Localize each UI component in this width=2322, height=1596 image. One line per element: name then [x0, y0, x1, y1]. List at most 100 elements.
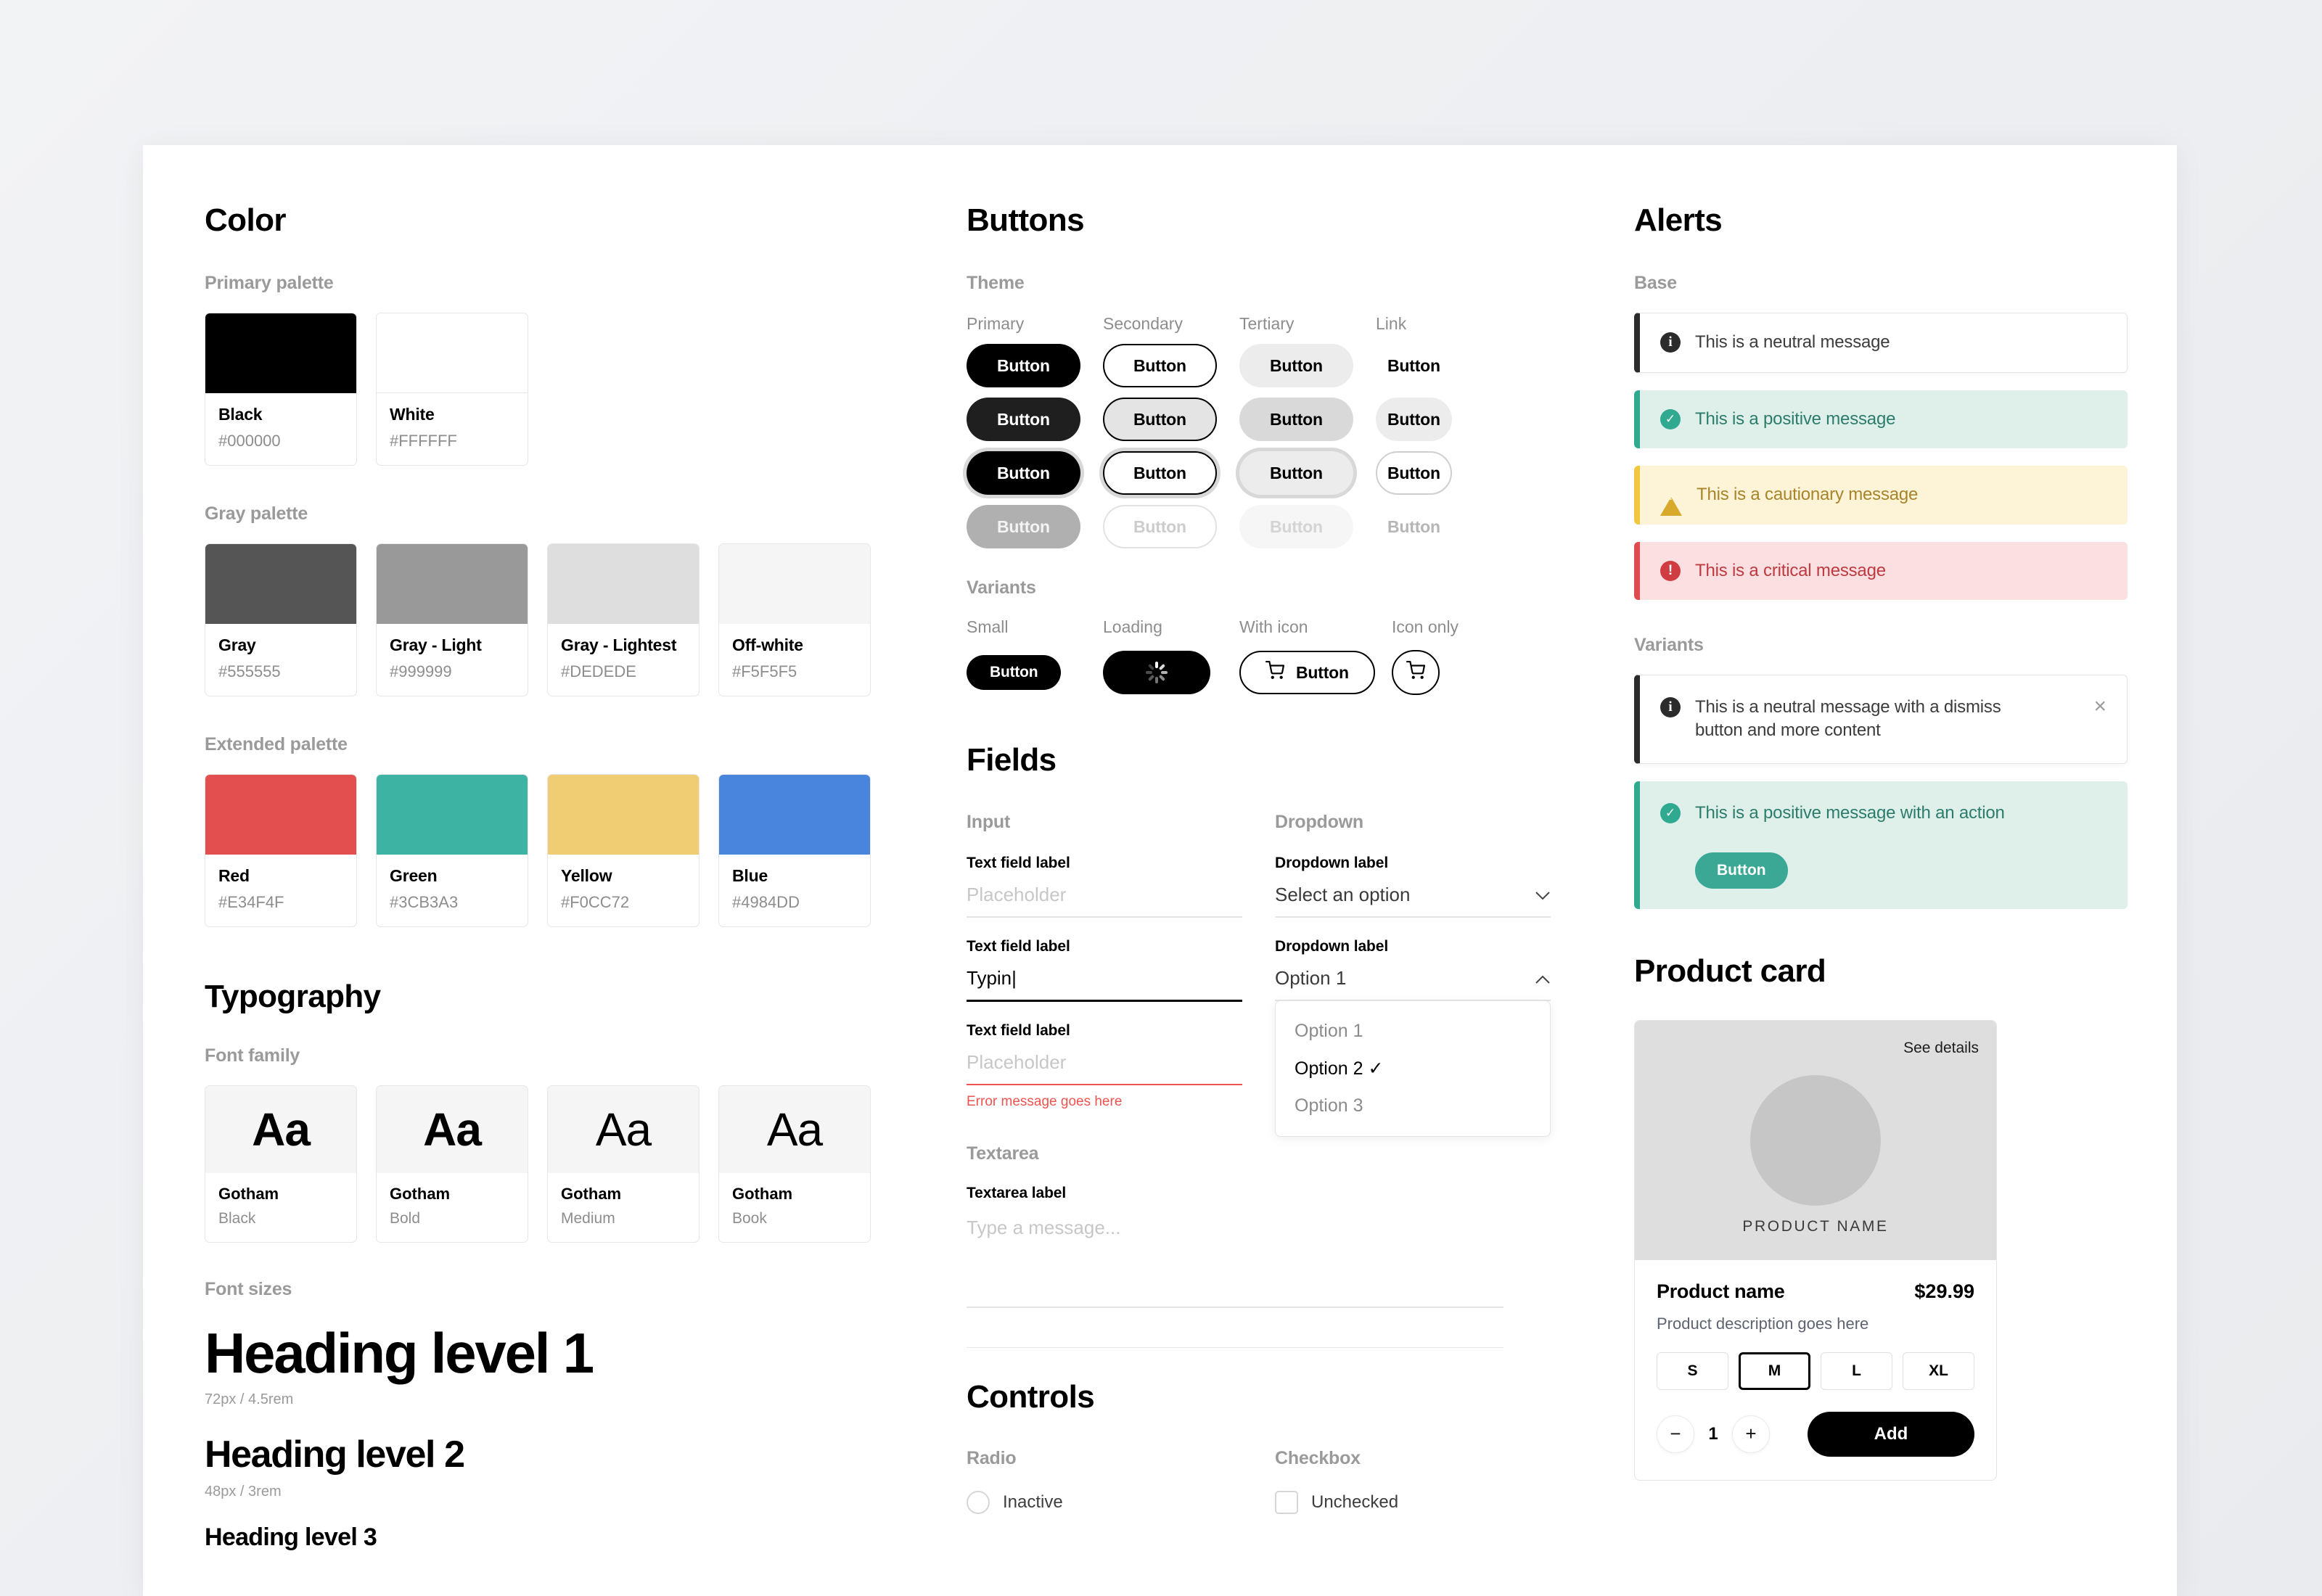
dropdown-option-2[interactable]: Option 2 ✓ — [1276, 1050, 1550, 1087]
button-row-default: Button Button Button Button — [967, 344, 1634, 388]
secondary-button-focus[interactable]: Button — [1103, 451, 1217, 495]
product-name: Product name — [1657, 1280, 1785, 1302]
label-radio-group: Radio — [967, 1448, 1017, 1469]
product-card: See details PRODUCT NAME Product name $2… — [1634, 1019, 1997, 1481]
text-field-3-label: Text field label — [967, 1021, 1070, 1039]
swatch-name: Gray — [218, 635, 256, 655]
secondary-button-default[interactable]: Button — [1103, 344, 1217, 388]
swatch-name: Red — [218, 866, 250, 886]
label-checkbox-group: Checkbox — [1275, 1448, 1361, 1469]
button-variant-label: With icon — [1239, 617, 1308, 637]
text-field-1-input[interactable]: Placeholder — [967, 884, 1242, 918]
swatch-hex: #3CB3A3 — [390, 893, 459, 912]
label-extended-palette: Extended palette — [205, 734, 348, 755]
dropdown-1-value: Select an option — [1275, 883, 1411, 905]
close-icon[interactable]: × — [2093, 695, 2106, 717]
warning-icon — [1660, 485, 1682, 517]
font-family-card-book: Aa Gotham Book — [718, 1085, 871, 1243]
heading-level-2-text: Heading level 2 — [205, 1433, 465, 1476]
tertiary-button-focus[interactable]: Button — [1239, 451, 1353, 495]
primary-button-default[interactable]: Button — [967, 344, 1080, 388]
button-cell-link-hover: Button — [1376, 398, 1512, 442]
checkbox-unchecked[interactable]: Unchecked — [1275, 1491, 1580, 1515]
color-swatch-gray-lightest: Gray - Lightest #DEDEDE — [547, 543, 700, 697]
link-button-default[interactable]: Button — [1376, 344, 1452, 387]
column-buttons-fields: Buttons Theme Primary Secondary Tertiary Li… — [967, 202, 1634, 1550]
alert-action-button[interactable]: Button — [1695, 852, 1788, 889]
size-option-s[interactable]: S — [1657, 1352, 1728, 1390]
see-details-link[interactable]: See details — [1903, 1040, 1979, 1057]
primary-button-focus[interactable]: Button — [967, 451, 1080, 495]
color-swatch-gray-light: Gray - Light #999999 — [376, 543, 528, 697]
product-card-body: Product name $29.99 Product description … — [1635, 1260, 1996, 1480]
page-title-typography: Typography — [205, 979, 381, 1015]
dropdown-1-trigger[interactable]: Select an option — [1275, 884, 1551, 918]
quantity-decrement-button[interactable]: − — [1657, 1415, 1694, 1453]
button-cell-primary-disabled: Button — [967, 505, 1103, 549]
size-option-m[interactable]: M — [1738, 1352, 1811, 1390]
button-with-icon[interactable]: Button — [1239, 651, 1375, 695]
alert-variant-action: ✓ This is a positive message with an act… — [1634, 781, 2128, 910]
primary-button-disabled: Button — [967, 505, 1080, 549]
color-swatch-yellow: Yellow #F0CC72 — [547, 774, 700, 928]
dropdown-option-1[interactable]: Option 1 — [1276, 1013, 1550, 1050]
button-cell-link-focus: Button — [1376, 451, 1512, 495]
error-icon: ! — [1660, 560, 1681, 581]
radio-inactive[interactable]: Inactive — [967, 1491, 1275, 1515]
button-row-disabled: Button Button Button Button — [967, 505, 1634, 549]
button-variant-header-with-icon: With icon — [1239, 617, 1392, 637]
alert-neutral: i This is a neutral message — [1634, 313, 2128, 373]
font-family-weight: Book — [732, 1209, 767, 1227]
style-guide-canvas: Color Primary palette Black #000000 White #… — [143, 145, 2177, 1596]
color-swatch-black: Black #000000 — [205, 313, 357, 466]
chevron-up-icon — [1535, 967, 1551, 990]
variant-cell-small: Button — [967, 655, 1103, 691]
text-field-3-input[interactable]: Placeholder — [967, 1051, 1242, 1085]
size-option-l[interactable]: L — [1821, 1352, 1893, 1390]
icon-only-button[interactable] — [1392, 650, 1440, 696]
radio-inactive-label: Inactive — [1003, 1492, 1063, 1513]
dropdown-2-trigger[interactable]: Option 1 — [1275, 967, 1551, 1001]
dropdown-2-label: Dropdown label — [1275, 937, 1389, 955]
small-button[interactable]: Button — [967, 655, 1062, 691]
swatch-name: Black — [218, 405, 263, 424]
font-family-card-medium: Aa Gotham Medium — [547, 1085, 700, 1243]
spinner-icon — [1146, 662, 1168, 684]
alert-variant-dismiss-text: This is a neutral message with a dismiss… — [1695, 696, 2001, 741]
secondary-button-hover[interactable]: Button — [1103, 398, 1217, 442]
button-theme-label: Link — [1376, 314, 1407, 334]
quantity-increment-button[interactable]: + — [1732, 1415, 1770, 1453]
link-button-hover[interactable]: Button — [1376, 398, 1452, 442]
font-family-row: Aa Gotham Black Aa Gotham Bold Aa Gotham Medium A… — [205, 1085, 967, 1243]
tertiary-button-hover[interactable]: Button — [1239, 398, 1353, 442]
swatch-hex: #E34F4F — [218, 893, 284, 912]
color-swatch-red: Red #E34F4F — [205, 774, 357, 928]
button-with-icon-label: Button — [1296, 662, 1349, 682]
swatch-meta: White #FFFFFF — [377, 393, 528, 465]
swatch-name: Off-white — [732, 635, 803, 655]
dropdown-2-value: Option 1 — [1275, 966, 1347, 989]
heading-level-1-note: 72px / 4.5rem — [205, 1391, 294, 1407]
font-sample-glyph: Aa — [205, 1085, 356, 1173]
label-button-variants: Variants — [967, 577, 1036, 598]
alert-text: This is a positive message — [1695, 408, 1896, 429]
chevron-down-icon — [1535, 884, 1551, 906]
loading-button[interactable] — [1103, 651, 1210, 695]
alert-text: This is a neutral message — [1695, 332, 1890, 353]
dropdown-option-3[interactable]: Option 3 — [1276, 1087, 1550, 1124]
tertiary-button-default[interactable]: Button — [1239, 344, 1353, 388]
text-field-2-input[interactable]: Typin| — [967, 967, 1242, 1002]
swatch-chip — [205, 544, 356, 625]
color-swatch-off-white: Off-white #F5F5F5 — [718, 543, 871, 697]
dropdown-option-label: Option 2 — [1295, 1058, 1363, 1079]
primary-button-hover[interactable]: Button — [967, 398, 1080, 442]
label-button-theme: Theme — [967, 273, 1025, 294]
swatch-chip — [377, 313, 528, 394]
swatch-chip — [719, 544, 870, 625]
link-button-focus[interactable]: Button — [1376, 451, 1452, 495]
link-button-disabled: Button — [1376, 505, 1452, 548]
size-option-xl[interactable]: XL — [1903, 1352, 1975, 1390]
add-to-cart-button[interactable]: Add — [1808, 1411, 1974, 1457]
button-theme-label: Primary — [967, 314, 1025, 334]
swatch-hex: #4984DD — [732, 893, 800, 912]
